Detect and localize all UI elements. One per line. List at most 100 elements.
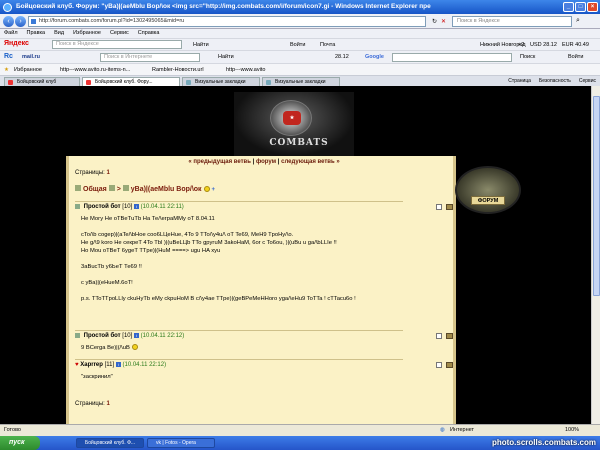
info-icon[interactable]: i (133, 204, 139, 209)
back-icon[interactable]: ‹ (3, 16, 14, 27)
menu-view[interactable]: Вид (54, 29, 64, 38)
page-menu[interactable]: Страница (508, 77, 531, 86)
breadcrumb-separator: > (109, 186, 121, 193)
post-reply-icon[interactable] (446, 362, 453, 368)
yandex-search-input[interactable]: Поиск в Яндексе (52, 40, 182, 49)
menu-help[interactable]: Справка (138, 29, 160, 38)
fav-link-avito[interactable]: http---www.avito (226, 66, 265, 74)
window-title: Бойцовский клуб. Форум: "уВа)|(аеМblu Во… (16, 3, 431, 10)
menu-file[interactable]: Файл (4, 29, 18, 38)
info-icon[interactable]: i (115, 362, 121, 367)
tab-combats-forum[interactable]: Бойцовский клуб. Фору... (82, 77, 180, 86)
watermark: photo.scrolls.combats.com (491, 438, 596, 447)
tab-visual-bookmarks-2[interactable]: Визуальные закладки (262, 77, 340, 86)
pages-label: Страницы: (75, 170, 105, 176)
favorites-star-icon[interactable]: ★ (4, 66, 9, 74)
pagination-top: Страницы: 1 (75, 170, 110, 176)
task-opera[interactable]: vk | Fotos - Opera (147, 438, 215, 448)
yandex-login-button[interactable]: Войти (290, 41, 305, 49)
yandex-logo[interactable]: Яндекс (4, 40, 29, 48)
google-search-button[interactable]: Поиск (520, 53, 535, 61)
tools-menu[interactable]: Сервис (579, 77, 596, 86)
google-logo[interactable]: Google (365, 53, 384, 61)
mailru-logo[interactable]: mail.ru (22, 53, 40, 61)
yandex-mail-button[interactable]: Почта (320, 41, 335, 49)
post-item: ♥ Харrrер [11] i (10.04.11 22:12) "заскр… (75, 359, 453, 391)
breadcrumb: Общая > уВа)|(аеМblu Вор/\ок + (75, 185, 215, 193)
page-1-link[interactable]: 1 (107, 170, 110, 176)
post-checkbox[interactable] (436, 204, 442, 210)
page-scrollbar[interactable] (591, 86, 600, 424)
eur-rate: EUR 40.49 (562, 42, 589, 48)
web-page: ★ COMBATS « предыдущая ветвь | форум | с… (0, 86, 591, 424)
start-button[interactable]: пуск (0, 436, 40, 450)
next-thread-link[interactable]: следующая ветвь » (281, 159, 340, 165)
close-button[interactable]: × (587, 2, 598, 12)
pagination-bottom: Страницы: 1 (75, 401, 110, 407)
tab-combats-club[interactable]: Бойцовский клуб (4, 77, 80, 86)
favorites-button[interactable]: Избранное (14, 66, 42, 74)
info-icon[interactable]: i (133, 333, 139, 338)
tab-bar: Бойцовский клуб Бойцовский клуб. Фору...… (0, 75, 600, 86)
menu-favorites[interactable]: Избранное (73, 29, 101, 38)
yandex-find-button[interactable]: Найти (193, 41, 209, 49)
temperature-label: +2 (518, 42, 525, 48)
post-level: [10] (122, 333, 133, 340)
post-author[interactable]: Простой бот (84, 204, 121, 210)
address-input[interactable]: http://forum.combats.com/forum.pl?id=130… (28, 16, 426, 27)
post-item: Простой бот [10] i (10.04.11 22:12) 9 BC… (75, 330, 453, 358)
stop-icon[interactable]: ✕ (441, 18, 446, 25)
google-login-button[interactable]: Войти (568, 53, 583, 61)
post-body: Не Могу Не оТВеТuТb На Те/\еграММу оТ 8.… (81, 216, 356, 302)
window-title-bar: Бойцовский клуб. Форум: "уВа)|(аеМblu Во… (0, 0, 600, 14)
menu-tools[interactable]: Сервис (110, 29, 129, 38)
banner-text: COMBATS (269, 138, 329, 148)
smile-icon (131, 344, 138, 351)
google-search-input[interactable] (392, 53, 512, 62)
page-1-link[interactable]: 1 (107, 401, 110, 407)
post-header: Простой бот [10] i (10.04.11 22:11) (75, 204, 184, 212)
post-body: "заскринил" (81, 374, 113, 380)
smile-icon (203, 186, 210, 193)
search-icon[interactable]: ⌕ (576, 17, 580, 25)
menu-edit[interactable]: Правка (27, 29, 46, 38)
thread-nav: « предыдущая ветвь | форум | следующая в… (188, 159, 340, 165)
tab-visual-bookmarks-1[interactable]: Визуальные закладки (182, 77, 260, 86)
fav-link-rambler[interactable]: Rambler-Новости.url (152, 66, 204, 74)
post-author[interactable]: Простой бот (84, 333, 121, 339)
fav-link-avito-items[interactable]: http---www.avito.ru-items-n... (60, 66, 130, 74)
globe-icon: ◍ (440, 427, 445, 433)
combats-banner[interactable]: ★ COMBATS (234, 92, 354, 156)
prev-thread-link[interactable]: « предыдущая ветвь (188, 159, 251, 165)
plus-icon[interactable]: + (211, 187, 215, 193)
scrollbar-thumb[interactable] (593, 96, 600, 296)
clan-icon (75, 333, 80, 338)
mailru-search-input[interactable]: Поиск в Интернете (100, 53, 200, 62)
post-checkbox[interactable] (436, 362, 442, 368)
task-ie[interactable]: Бойцовский клуб. Ф... (76, 438, 144, 448)
yandex-toolbar: Яндекс Поиск в Яндексе Найти Войти Почта… (0, 38, 600, 50)
forum-link[interactable]: форум (256, 159, 276, 165)
mailru-find-button[interactable]: Найти (218, 53, 234, 61)
post-body: 9 BCerga Be)|(/\uB (81, 344, 391, 352)
browser-search-input[interactable]: Поиск в Яндексе (452, 16, 572, 27)
maximize-button[interactable]: □ (575, 2, 586, 12)
forum-badge[interactable]: ФОРУМ (455, 166, 521, 214)
minimize-button[interactable]: _ (563, 2, 574, 12)
post-reply-icon[interactable] (446, 333, 453, 339)
refresh-icon[interactable]: ↻ (432, 18, 437, 25)
mailru-rate: 28.12 (335, 54, 349, 60)
post-author[interactable]: Харrrер (80, 362, 103, 368)
forum-parchment: « предыдущая ветвь | форум | следующая в… (66, 156, 456, 424)
forum-general-link[interactable]: Общая (75, 186, 107, 193)
rc-logo[interactable]: Rc (4, 53, 13, 61)
post-date: (10.04.11 22:12) (140, 333, 185, 340)
post-reply-icon[interactable] (446, 204, 453, 210)
forward-icon[interactable]: › (15, 16, 26, 27)
post-checkbox[interactable] (436, 333, 442, 339)
zoom-level[interactable]: 100% (565, 425, 579, 436)
post-date: (10.04.11 22:11) (140, 204, 184, 211)
ie-icon (3, 3, 12, 12)
security-menu[interactable]: Безопасность (539, 77, 571, 86)
post-level: [11] (104, 362, 115, 369)
